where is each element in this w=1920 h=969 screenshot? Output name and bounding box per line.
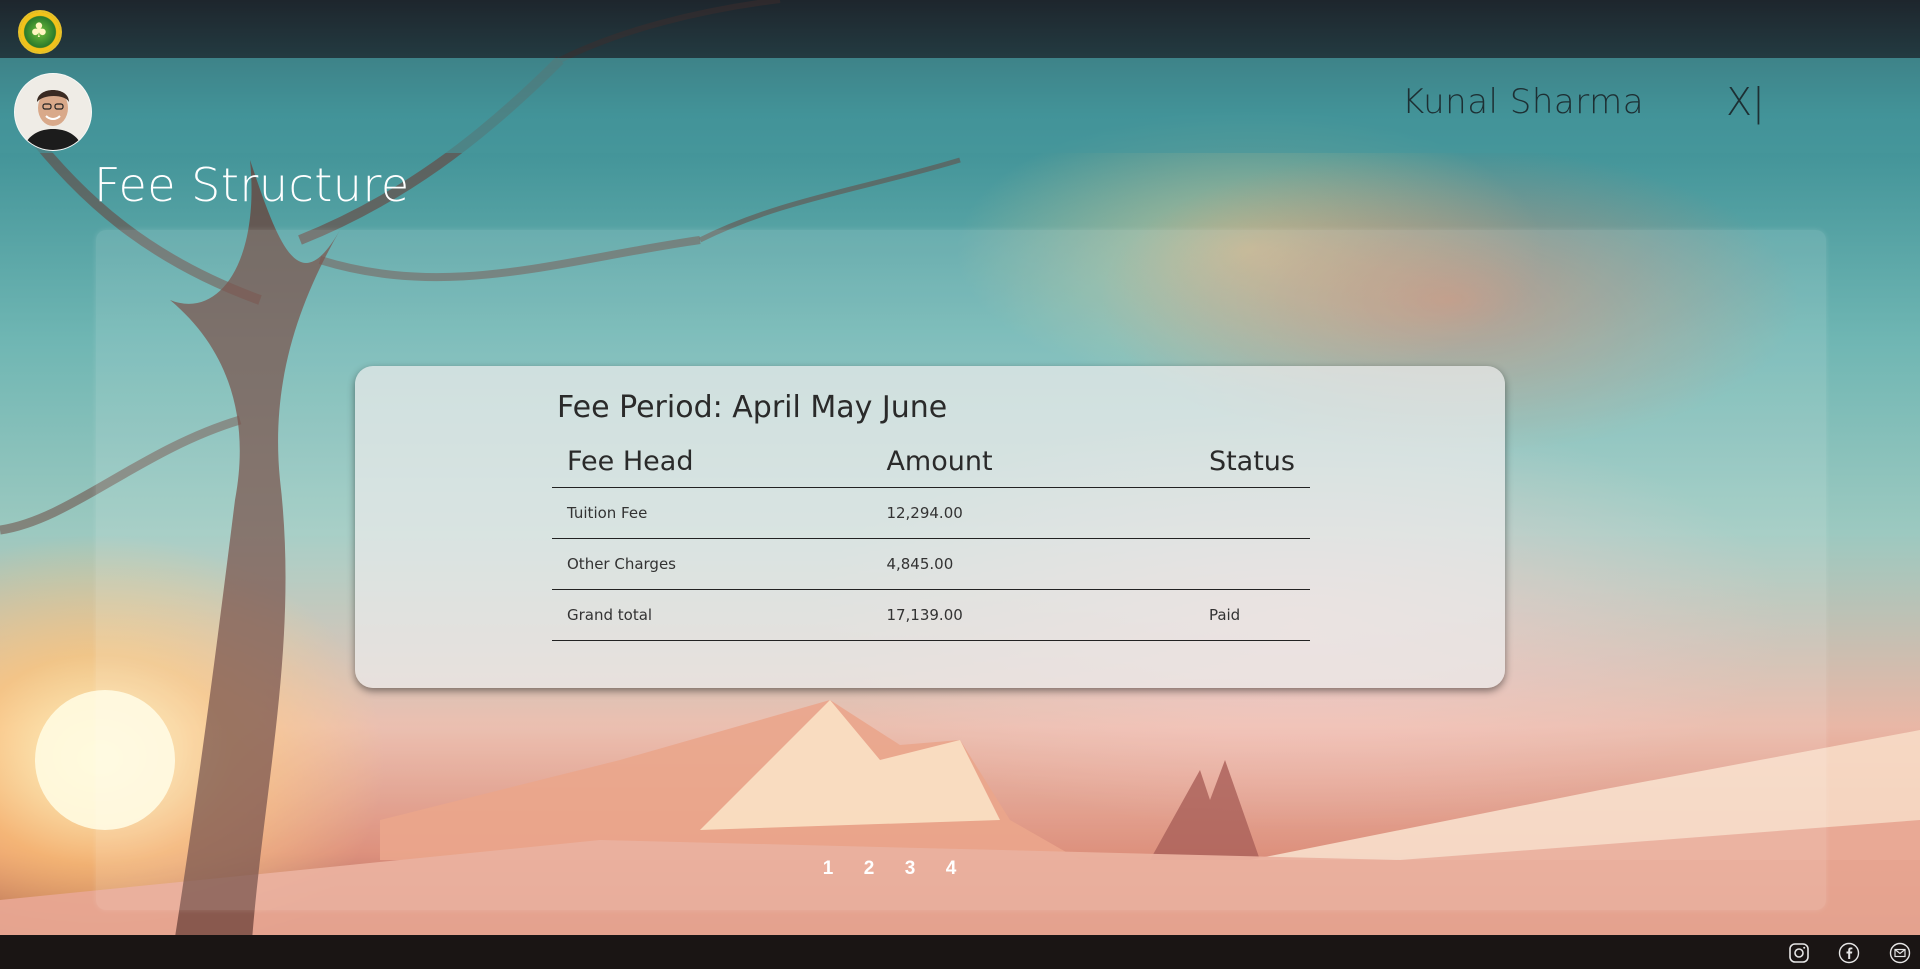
instagram-icon[interactable] xyxy=(1788,942,1810,964)
status-cell xyxy=(1193,487,1310,539)
page-link-3[interactable]: 3 xyxy=(902,858,918,880)
table-row: Tuition Fee 12,294.00 xyxy=(552,487,1310,539)
facebook-icon[interactable] xyxy=(1838,942,1860,964)
footer xyxy=(0,935,1920,969)
table-row: Other Charges 4,845.00 xyxy=(552,538,1310,590)
close-button[interactable]: X| xyxy=(1726,80,1765,124)
status-cell: Paid xyxy=(1193,589,1310,641)
amount-cell: 4,845.00 xyxy=(871,538,1194,590)
pagination: 1 2 3 4 xyxy=(820,858,959,880)
fee-head-cell: Grand total xyxy=(552,589,872,641)
table-header-row: Fee Head Amount Status xyxy=(552,440,1310,488)
page-link-4[interactable]: 4 xyxy=(943,858,959,880)
top-bar: ♣ xyxy=(0,0,1920,58)
fee-table: Fee Head Amount Status Tuition Fee 12,29… xyxy=(552,440,1310,641)
school-logo-icon[interactable]: ♣ xyxy=(18,10,62,54)
avatar-image xyxy=(15,74,91,150)
mail-icon[interactable] xyxy=(1889,942,1911,964)
status-cell xyxy=(1193,538,1310,590)
column-header-fee-head: Fee Head xyxy=(552,440,872,488)
user-name: Kunal Sharma xyxy=(1402,82,1645,122)
fee-head-cell: Other Charges xyxy=(552,538,872,590)
avatar[interactable] xyxy=(14,73,92,151)
fee-period-label: Fee Period: April May June xyxy=(557,390,948,425)
column-header-amount: Amount xyxy=(871,440,1194,488)
fee-head-cell: Tuition Fee xyxy=(552,487,872,539)
amount-cell: 12,294.00 xyxy=(871,487,1194,539)
page-link-2[interactable]: 2 xyxy=(861,858,877,880)
table-row: Grand total 17,139.00 Paid xyxy=(552,589,1310,641)
column-header-status: Status xyxy=(1193,440,1310,488)
page-title: Fee Structure xyxy=(94,158,410,212)
amount-cell: 17,139.00 xyxy=(871,589,1194,641)
page-link-1[interactable]: 1 xyxy=(820,858,836,880)
